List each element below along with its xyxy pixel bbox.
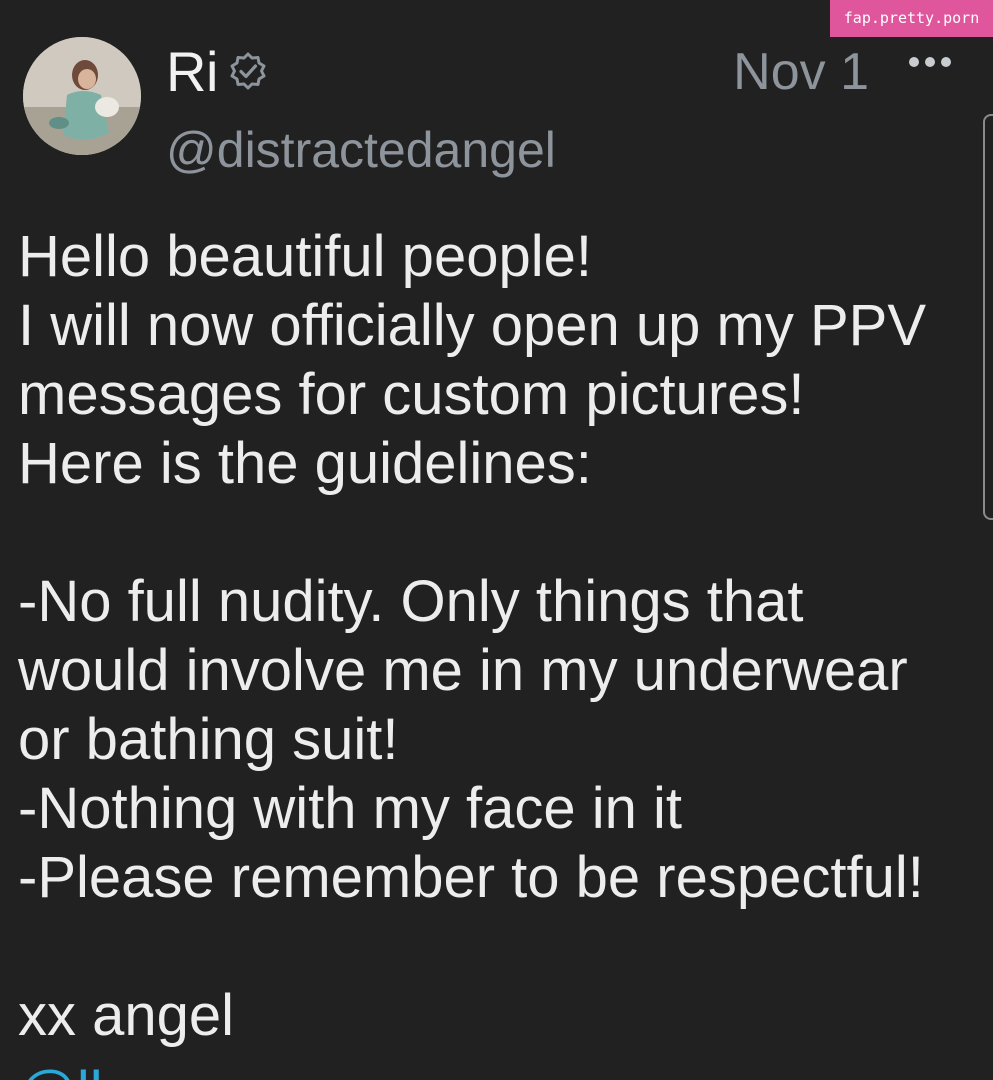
- post-line: Here is the guidelines:: [18, 431, 592, 496]
- post-line: -Please remember to be respectful!: [18, 845, 924, 910]
- post-line: I will now officially open up my PPV: [18, 293, 927, 358]
- avatar-photo: [23, 37, 141, 155]
- watermark: fap.pretty.porn: [830, 0, 993, 37]
- scrollbar[interactable]: [983, 114, 993, 520]
- post-line: Hello beautiful people!: [18, 224, 592, 289]
- post-line: -No full nudity. Only things that: [18, 569, 804, 634]
- post-line-blank: [18, 912, 978, 981]
- post-signoff: xx angel: [18, 983, 235, 1048]
- more-dots-icon[interactable]: [906, 54, 954, 70]
- post-line: -Nothing with my face in it: [18, 776, 683, 841]
- post-body: Hello beautiful people! I will now offic…: [18, 222, 978, 1050]
- post-date: Nov 1: [733, 43, 869, 101]
- post-line: would involve me in my underwear: [18, 638, 908, 703]
- post-line: messages for custom pictures!: [18, 362, 805, 427]
- post-line: or bathing suit!: [18, 707, 399, 772]
- author-name[interactable]: Ri: [166, 40, 218, 104]
- verified-badge-icon: [230, 52, 266, 90]
- post-line-blank: [18, 498, 978, 567]
- avatar[interactable]: [23, 37, 141, 155]
- mention-link[interactable]: @ll: [18, 1058, 103, 1080]
- author-handle[interactable]: @distractedangel: [166, 118, 556, 182]
